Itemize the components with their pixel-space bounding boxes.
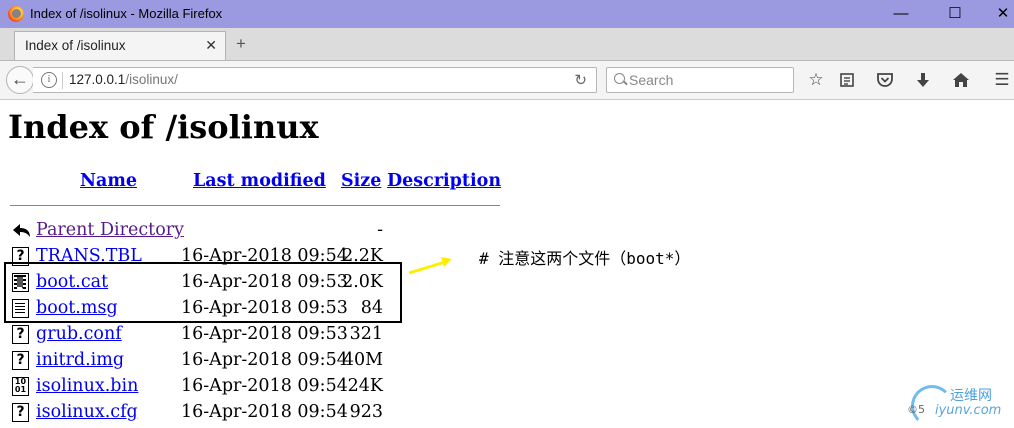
pocket-icon[interactable] <box>874 69 896 91</box>
file-link[interactable]: isolinux.cfg <box>36 402 138 422</box>
search-input[interactable] <box>629 71 789 89</box>
tab-label: Index of /isolinux <box>25 38 126 53</box>
watermark-copyright: ©5 <box>907 403 925 416</box>
back-button[interactable]: ← <box>6 66 34 94</box>
home-icon[interactable] <box>950 69 972 91</box>
url-host: 127.0.0.1 <box>69 72 126 87</box>
unknown-file-icon: ? <box>12 325 29 344</box>
maximize-button[interactable]: ☐ <box>932 0 978 28</box>
file-date: 16-Apr-2018 09:54 <box>181 376 348 396</box>
tab-index-of-isolinux[interactable]: Index of /isolinux ✕ <box>14 31 226 60</box>
file-size: 321 <box>349 324 383 344</box>
back-folder-icon <box>12 221 30 240</box>
file-size: - <box>377 220 383 240</box>
url-text[interactable]: 127.0.0.1/isolinux/ <box>69 72 178 87</box>
file-date: 16-Apr-2018 09:54 <box>181 350 348 370</box>
back-arrow-icon: ← <box>11 69 29 89</box>
minimize-button[interactable]: — <box>878 0 924 28</box>
list-item-parent: Parent Directory - <box>0 218 400 244</box>
menu-icon[interactable]: ☰ <box>991 69 1013 91</box>
list-item: ? grub.conf 16-Apr-2018 09:53 321 <box>0 322 400 348</box>
reload-icon[interactable]: ↻ <box>574 71 587 89</box>
file-link[interactable]: isolinux.bin <box>36 376 138 396</box>
sort-by-size-link[interactable]: Size <box>341 171 381 191</box>
list-item: 10 01 isolinux.bin 16-Apr-2018 09:54 24K <box>0 374 400 400</box>
file-size: 24K <box>347 376 383 396</box>
firefox-logo-icon <box>8 6 24 22</box>
site-watermark: ©5 运维网 iyunv.com <box>905 383 1014 428</box>
file-link[interactable]: initrd.img <box>36 350 124 370</box>
binary-file-icon: 10 01 <box>12 377 29 396</box>
file-date: 16-Apr-2018 09:53 <box>181 324 348 344</box>
sort-by-name-link[interactable]: Name <box>80 171 137 191</box>
window-title: Index of /isolinux - Mozilla Firefox <box>30 6 223 21</box>
close-window-button[interactable]: ✕ <box>980 0 1014 28</box>
file-size: 40M <box>342 350 383 370</box>
search-icon <box>614 73 625 84</box>
tab-close-icon[interactable]: ✕ <box>205 37 217 54</box>
watermark-cn-text: 运维网 <box>950 388 992 404</box>
navigation-toolbar: ← i 127.0.0.1/isolinux/ ↻ ☆ ☰ <box>0 61 1014 100</box>
info-icon[interactable]: i <box>41 72 57 88</box>
unknown-file-icon: ? <box>12 403 29 422</box>
search-bar[interactable] <box>606 67 794 93</box>
url-bar[interactable]: i 127.0.0.1/isolinux/ ↻ <box>33 67 597 93</box>
unknown-file-icon: ? <box>12 351 29 370</box>
sort-by-description-link[interactable]: Description <box>387 171 501 191</box>
list-item: ? initrd.img 16-Apr-2018 09:54 40M <box>0 348 400 374</box>
annotation-arrow-icon <box>408 257 452 275</box>
parent-directory-link[interactable]: Parent Directory <box>36 220 184 240</box>
reading-list-icon[interactable] <box>836 69 858 91</box>
tab-strip: Index of /isolinux ✕ + <box>0 28 1014 61</box>
window-titlebar: Index of /isolinux - Mozilla Firefox — ☐… <box>0 0 1014 28</box>
page-heading: Index of /isolinux <box>8 108 319 146</box>
download-icon[interactable] <box>912 69 934 91</box>
url-separator <box>62 72 63 89</box>
bookmark-star-icon[interactable]: ☆ <box>805 69 827 91</box>
file-date: 16-Apr-2018 09:54 <box>181 402 348 422</box>
page-content: Index of /isolinux Name Last modified Si… <box>0 100 1014 428</box>
file-link[interactable]: grub.conf <box>36 324 122 344</box>
url-path: /isolinux/ <box>125 72 178 87</box>
sort-by-last-modified-link[interactable]: Last modified <box>193 171 326 191</box>
list-item: ? isolinux.cfg 16-Apr-2018 09:54 923 <box>0 400 400 426</box>
annotation-text: # 注意这两个文件（boot*） <box>479 249 691 268</box>
watermark-en-text: iyunv.com <box>935 403 1002 418</box>
header-divider <box>10 205 500 206</box>
new-tab-button[interactable]: + <box>236 34 246 54</box>
highlight-box <box>4 262 402 323</box>
file-size: 923 <box>349 402 383 422</box>
